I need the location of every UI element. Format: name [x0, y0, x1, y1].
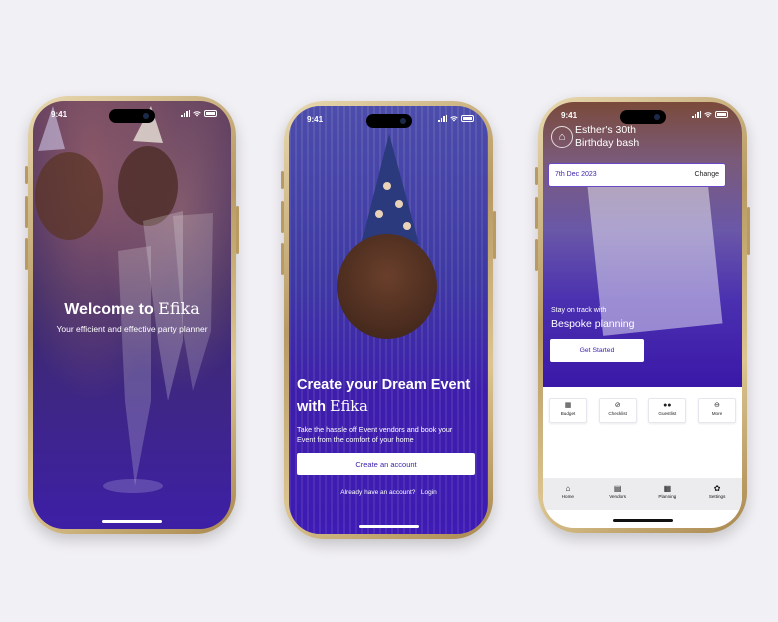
login-link[interactable]: Login	[421, 489, 437, 496]
tab-label: Settings	[708, 494, 726, 499]
home-indicator	[358, 525, 419, 528]
tab-label: Planning	[658, 494, 677, 499]
get-started-button[interactable]: Get Started	[550, 339, 644, 362]
vendors-icon: ▤	[613, 484, 622, 493]
tab-label: Home	[561, 494, 574, 499]
tab-vendors[interactable]: ▤ Vendors	[598, 478, 638, 510]
tab-home[interactable]: ⌂ Home	[548, 478, 588, 510]
wifi-icon	[704, 111, 712, 118]
signal-icon	[692, 111, 701, 118]
quick-actions: ▦ Budget ⊘ Checklist ●● Guestlist ⊖ More	[549, 398, 736, 423]
already-have-account-text: Already have an account?	[340, 489, 416, 496]
welcome-tagline: Your efficient and effective party plann…	[56, 324, 208, 334]
create-account-button[interactable]: Create an account	[297, 453, 475, 475]
welcome-text: Welcome to	[64, 301, 159, 318]
signal-icon	[181, 110, 190, 117]
battery-icon	[204, 110, 217, 117]
battery-icon	[715, 111, 728, 118]
phone-create-event: 9:41 Create your Dream Event with Efika …	[281, 101, 496, 539]
quick-action-label: Budget	[560, 411, 576, 416]
battery-icon	[461, 115, 474, 122]
bottom-tab-bar: ⌂ Home ▤ Vendors ▦ Planning ✿ Settings	[543, 478, 742, 510]
brand-name: Efika	[330, 399, 368, 415]
event-dashboard-screen: 9:41 ⌂ Esther's 30th Birthday bash 7th D…	[543, 102, 742, 528]
tab-planning[interactable]: ▦ Planning	[647, 478, 687, 510]
login-prompt: Already have an account? Login	[289, 489, 488, 496]
event-date: 7th Dec 2023	[555, 171, 597, 178]
quick-action-label: More	[711, 411, 723, 416]
event-date-bar: 7th Dec 2023 Change	[549, 164, 725, 186]
headline-prefix: with	[297, 399, 331, 415]
create-event-subtext: Take the hassle off Event vendors and bo…	[297, 425, 453, 444]
home-icon: ⌂	[565, 484, 571, 493]
dynamic-island	[109, 109, 155, 123]
quick-action-label: Checklist	[608, 411, 627, 416]
welcome-heading: Welcome to Efika	[33, 299, 231, 319]
tab-label: Vendors	[609, 494, 627, 499]
bespoke-planning-text: Bespoke planning	[551, 318, 635, 330]
headline-line1: Create your Dream Event	[297, 377, 471, 393]
quick-action-label: Guestlist	[658, 411, 677, 416]
status-time: 9:41	[307, 115, 324, 124]
quick-action-checklist[interactable]: ⊘ Checklist	[598, 398, 637, 423]
quick-action-more[interactable]: ⊖ More	[697, 398, 736, 423]
event-title-line2: Birthday bash	[575, 137, 640, 149]
planning-icon: ▦	[663, 484, 672, 493]
home-indicator	[102, 520, 162, 523]
dynamic-island	[619, 110, 666, 124]
tab-settings[interactable]: ✿ Settings	[697, 478, 737, 510]
event-title: Esther's 30th Birthday bash	[575, 124, 639, 150]
quick-action-guestlist[interactable]: ●● Guestlist	[648, 398, 687, 423]
event-title-line1: Esther's 30th	[575, 124, 636, 136]
woman-photo	[337, 234, 437, 339]
house-icon[interactable]: ⌂	[551, 126, 573, 148]
create-event-heading: Create your Dream Event with Efika	[297, 374, 470, 418]
welcome-screen: 9:41 Welcome to Efika Your efficient and…	[33, 101, 231, 529]
brand-name: Efika	[158, 299, 200, 318]
quick-action-budget[interactable]: ▦ Budget	[549, 398, 587, 423]
home-indicator	[612, 519, 673, 522]
dynamic-island	[365, 114, 412, 128]
phone-event-dashboard: 9:41 ⌂ Esther's 30th Birthday bash 7th D…	[535, 97, 750, 533]
wifi-icon	[193, 110, 201, 117]
wifi-icon	[450, 115, 458, 122]
settings-icon: ✿	[713, 484, 721, 493]
create-event-screen: 9:41 Create your Dream Event with Efika …	[289, 106, 488, 534]
signal-icon	[438, 115, 447, 122]
guestlist-icon: ●●	[663, 402, 672, 409]
change-date-link[interactable]: Change	[694, 171, 719, 178]
more-icon: ⊖	[714, 402, 720, 409]
planner-paper-photo	[587, 174, 723, 336]
status-time: 9:41	[51, 110, 68, 119]
phone-welcome: 9:41 Welcome to Efika Your efficient and…	[25, 96, 239, 534]
budget-icon: ▦	[564, 402, 572, 409]
status-time: 9:41	[561, 111, 578, 120]
checklist-icon: ⊘	[614, 402, 621, 409]
stay-on-track-text: Stay on track with	[551, 307, 607, 314]
